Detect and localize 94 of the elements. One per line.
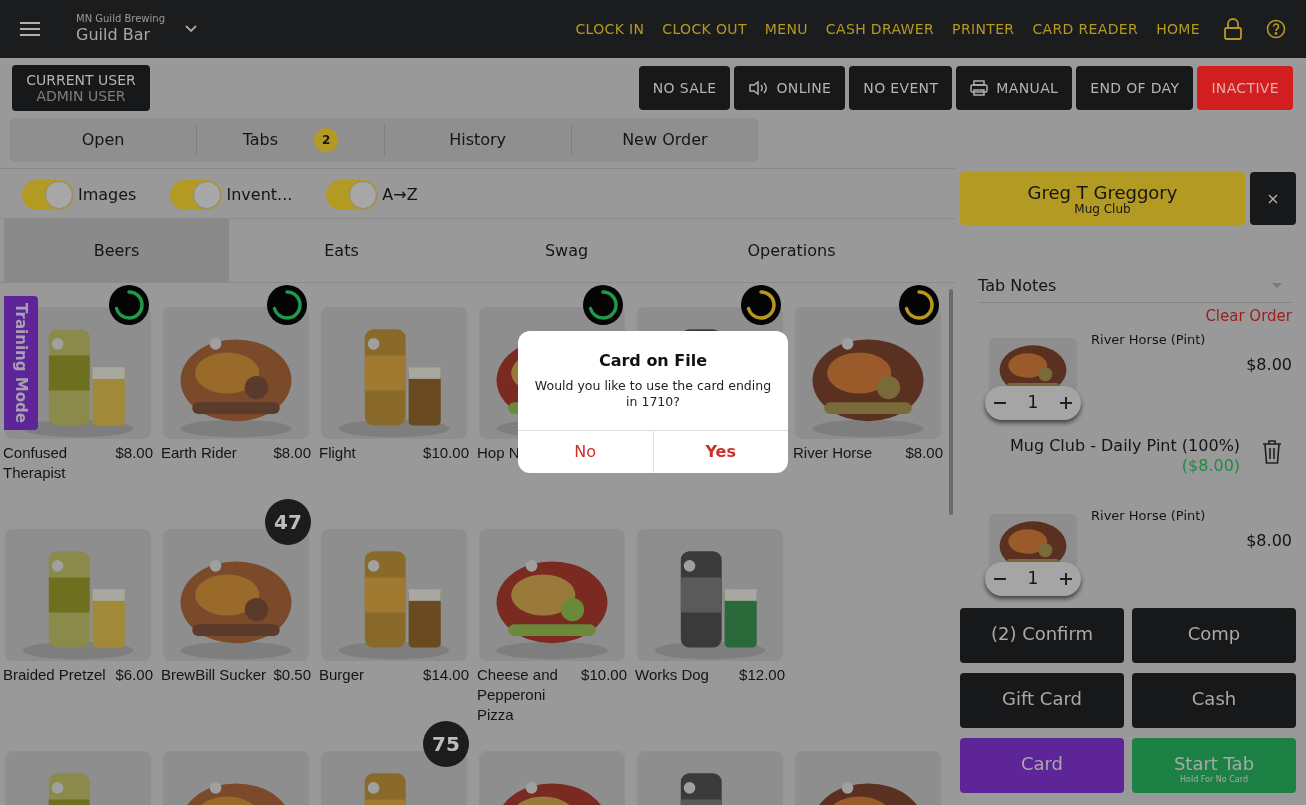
customer-group: Mug Club xyxy=(1074,202,1131,215)
minus-icon[interactable] xyxy=(994,401,1006,404)
printer-icon xyxy=(970,80,989,96)
minus-icon[interactable] xyxy=(994,577,1006,580)
nav-link[interactable]: CLOCK OUT xyxy=(662,18,747,40)
order-tab[interactable]: Open xyxy=(10,125,197,155)
help-icon[interactable] xyxy=(1266,19,1286,39)
nav-link[interactable]: CASH DRAWER xyxy=(825,18,935,40)
nav-link[interactable]: CARD READER xyxy=(1032,18,1139,40)
stock-ring-icon xyxy=(267,285,307,325)
item-name: River Horse (Pint) xyxy=(1091,330,1207,349)
product-price: $8.00 xyxy=(273,443,311,463)
toggle-switch[interactable] xyxy=(22,180,74,210)
nav-link[interactable]: CLOCK IN xyxy=(575,18,645,40)
trash-icon[interactable] xyxy=(1262,439,1282,464)
toolbar-button[interactable]: NO EVENT xyxy=(849,66,953,110)
training-mode-tab[interactable]: Training Mode xyxy=(4,296,38,430)
category-tab[interactable]: Operations xyxy=(679,219,904,282)
product-price: $8.00 xyxy=(115,443,153,463)
stock-ring-icon xyxy=(899,285,939,325)
product-name: Confused Therapist xyxy=(3,443,69,483)
customer-name: Greg T Greggory xyxy=(1027,182,1178,203)
order-tab[interactable]: History xyxy=(383,125,571,155)
plus-icon[interactable] xyxy=(1060,396,1072,409)
item-price: $8.00 xyxy=(1246,354,1292,376)
toolbar-button[interactable]: NO SALE xyxy=(638,66,731,110)
toggle-label: Invent... xyxy=(226,184,293,206)
product-price: $10.00 xyxy=(423,443,469,463)
product-price: $0.50 xyxy=(273,665,311,685)
product-name: Burger xyxy=(319,665,365,685)
count-badge: 75 xyxy=(423,721,469,767)
discount-amount: ($8.00) xyxy=(1181,455,1241,476)
order-tab[interactable]: New Order xyxy=(570,125,758,155)
toggle-switch[interactable] xyxy=(170,180,223,210)
product-price: $10.00 xyxy=(581,665,627,685)
count-badge: 47 xyxy=(265,499,311,545)
product-price: $6.00 xyxy=(115,665,153,685)
nav-link[interactable]: MENU xyxy=(764,18,808,40)
action-button[interactable]: Comp xyxy=(1132,607,1296,663)
nav-link[interactable]: HOME xyxy=(1156,18,1200,40)
item-name: River Horse (Pint) xyxy=(1091,506,1207,525)
dialog-button[interactable]: No xyxy=(518,431,653,473)
product-price: $8.00 xyxy=(905,443,943,463)
stock-ring-icon xyxy=(109,285,149,325)
lock-icon[interactable] xyxy=(1224,18,1242,40)
dialog-button[interactable]: Yes xyxy=(652,431,788,473)
toolbar-button[interactable]: END OF DAY xyxy=(1076,66,1194,110)
quantity-value: 1 xyxy=(1027,390,1039,414)
quantity-stepper[interactable]: 1 xyxy=(985,385,1081,420)
product-name: Earth Rider xyxy=(161,443,237,463)
speaker-icon xyxy=(748,80,769,96)
action-button[interactable]: Cash xyxy=(1132,672,1296,728)
product-name: Hop N xyxy=(477,443,520,463)
caret-icon xyxy=(1272,283,1282,288)
product-name: Cheese and Pepperoni Pizza xyxy=(477,665,559,725)
quantity-stepper[interactable]: 1 xyxy=(985,561,1081,596)
category-tab[interactable]: Beers xyxy=(4,219,229,282)
product-name: Works Dog xyxy=(635,665,709,685)
product-name: Flight xyxy=(319,443,356,463)
count-badge: 2 xyxy=(314,128,339,152)
close-icon xyxy=(1268,193,1278,204)
category-tab[interactable]: Eats xyxy=(229,219,454,282)
toggle-label: Images xyxy=(78,184,137,206)
stock-ring-icon xyxy=(583,285,623,325)
action-button[interactable]: Gift Card xyxy=(960,672,1124,728)
stock-ring-icon xyxy=(741,285,781,325)
plus-icon[interactable] xyxy=(1060,572,1072,585)
dialog-message: Would you like to use the card ending in 1710? xyxy=(534,378,772,410)
product-name: BrewBill Sucker xyxy=(161,665,267,685)
action-button[interactable]: Card xyxy=(960,737,1124,793)
nav-link[interactable]: PRINTER xyxy=(952,18,1015,40)
product-price: $14.00 xyxy=(423,665,469,685)
toggle-label: A→Z xyxy=(382,184,418,206)
quantity-value: 1 xyxy=(1027,566,1039,590)
toolbar-button[interactable]: ONLINE xyxy=(734,66,846,110)
menu-icon[interactable] xyxy=(20,21,40,37)
location-name: Guild Bar xyxy=(76,25,152,45)
toolbar-button[interactable]: MANUAL xyxy=(956,66,1073,110)
dialog-title: Card on File xyxy=(598,350,708,372)
close-button[interactable] xyxy=(1250,172,1296,225)
tab-notes-dropdown[interactable]: Tab Notes xyxy=(978,269,1292,303)
item-price: $8.00 xyxy=(1246,530,1292,552)
category-tab[interactable]: Swag xyxy=(454,219,679,282)
product-name: River Horse xyxy=(793,443,873,463)
action-button[interactable]: (2) Confirm xyxy=(960,607,1124,663)
toggle-switch[interactable] xyxy=(326,180,379,210)
product-price: $12.00 xyxy=(739,665,785,685)
customer-card[interactable]: Greg T Greggory Mug Club xyxy=(960,172,1245,225)
current-user-button[interactable]: CURRENT USER ADMIN USER xyxy=(12,65,150,111)
product-name: Braided Pretzel xyxy=(3,665,106,685)
organization-name: MN Guild Brewing xyxy=(76,13,165,25)
chevron-down-icon[interactable] xyxy=(185,25,197,33)
discount-name: Mug Club - Daily Pint (100%) xyxy=(1010,435,1241,456)
order-tab[interactable]: Tabs 2 xyxy=(196,125,384,155)
